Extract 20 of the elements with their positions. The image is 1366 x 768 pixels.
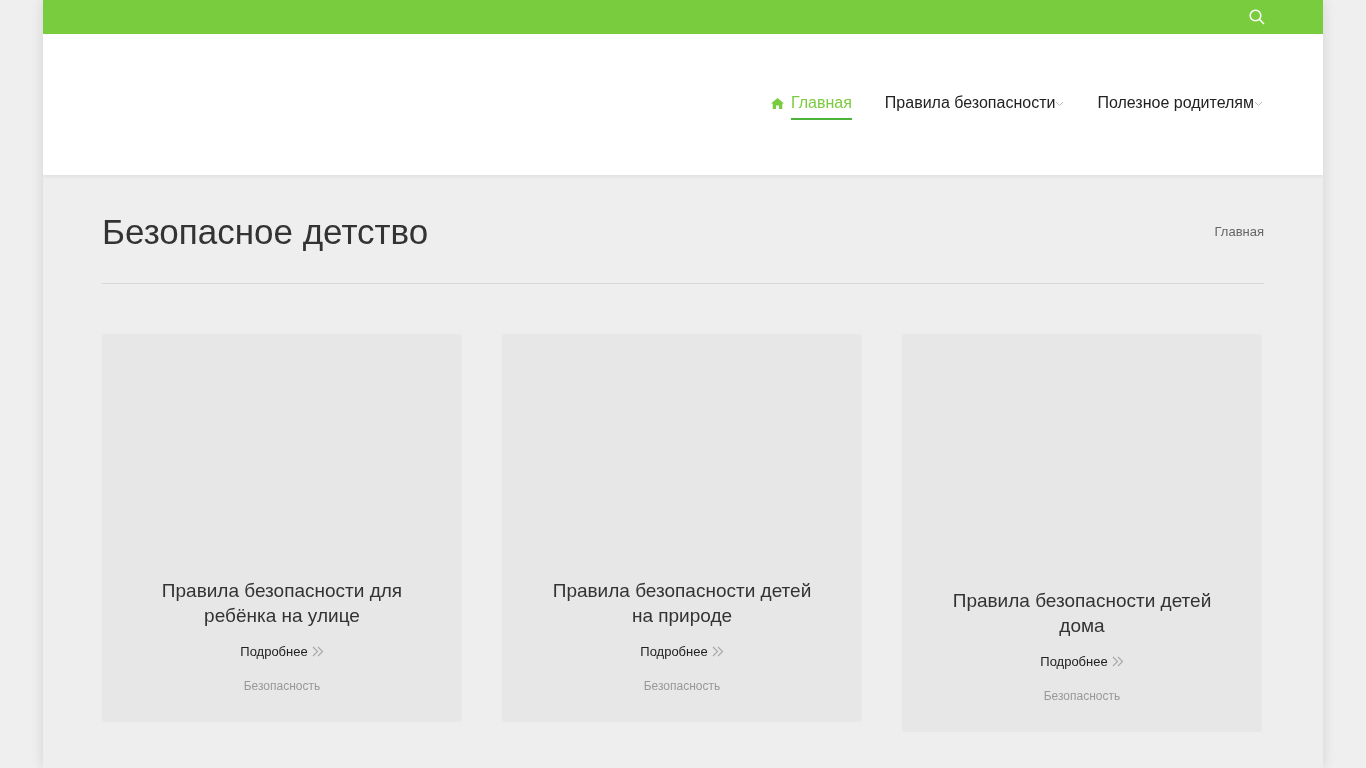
- category-label: Безопасность: [243, 678, 321, 695]
- read-more-link[interactable]: Подробнее: [640, 641, 724, 661]
- post-title: Правила безопасности детей на природе: [551, 578, 813, 628]
- double-chevron-icon: [711, 645, 724, 657]
- nav-link[interactable]: Правила безопасности: [884, 85, 1065, 124]
- breadcrumb-link[interactable]: Главная: [1214, 222, 1264, 242]
- double-chevron-icon: [1111, 655, 1124, 667]
- double-chevron-icon: [311, 645, 324, 657]
- page-title: Безопасное детство: [102, 211, 429, 253]
- home-icon: [770, 98, 784, 109]
- read-more-link[interactable]: Подробнее: [240, 641, 324, 661]
- read-more-link[interactable]: Подробнее: [1040, 651, 1124, 671]
- category-label: Безопасность: [643, 678, 721, 695]
- post-title: Правила безопасности для ребёнка на улице: [160, 578, 404, 628]
- post-title: Правила безопасности детей дома: [951, 588, 1213, 638]
- category-label: Безопасность: [1043, 688, 1121, 705]
- search-icon[interactable]: [1249, 9, 1265, 25]
- chevron-down-icon: [1254, 100, 1263, 107]
- chevron-down-icon: [1055, 100, 1065, 107]
- nav-link[interactable]: Полезное родителям: [1097, 85, 1263, 124]
